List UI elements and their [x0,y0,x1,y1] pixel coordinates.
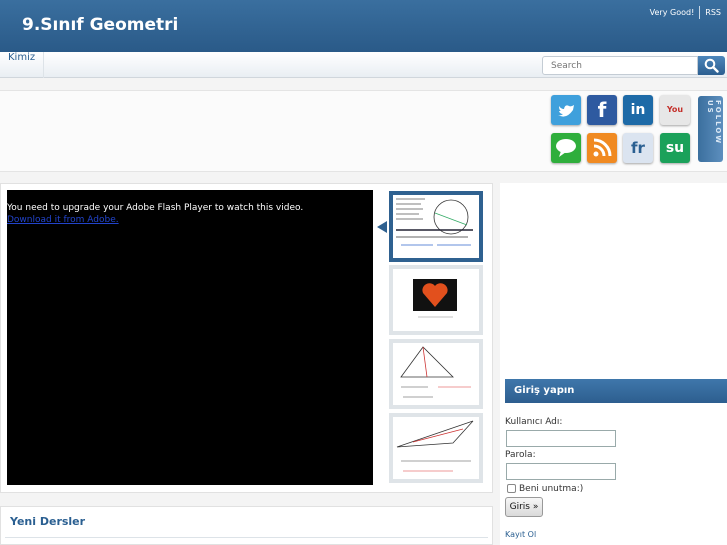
twitter-icon[interactable] [551,95,581,125]
follow-us-label: FOLLOW US [706,100,722,146]
new-lessons-divider [5,537,488,538]
heart-thumbnail [413,279,457,318]
stumbleupon-icon[interactable]: su [660,133,690,163]
geometry-circle-thumbnail [396,198,473,246]
triangle-thumbnail [400,346,471,398]
search-icon [704,58,719,73]
flash-download-link[interactable]: Download it from Adobe. [7,215,119,225]
friendfeed-icon[interactable]: fr [623,133,653,163]
active-thumb-pointer [377,221,387,233]
flash-upgrade-message: You need to upgrade your Adobe Flash Pla… [7,203,304,213]
chat-icon[interactable] [551,133,581,163]
password-field[interactable] [506,463,616,480]
video-thumb-2[interactable] [389,265,483,335]
youtube-icon[interactable]: You [660,95,690,125]
follow-us-tab[interactable]: FOLLOW US [698,96,723,162]
facebook-icon[interactable]: f [587,95,617,125]
register-link[interactable]: Kayıt Ol [505,530,536,539]
remember-me-label: Beni unutma:) [519,484,584,494]
rss-icon[interactable] [587,133,617,163]
video-thumb-4[interactable] [389,413,483,483]
social-band [0,90,727,172]
site-header: 9.Sınıf Geometri Very Good! RSS [0,0,727,52]
login-title: Giriş yapın [505,379,727,403]
video-thumb-1[interactable] [389,191,483,262]
username-field[interactable] [506,430,616,447]
linkedin-icon[interactable]: in [623,95,653,125]
search-button[interactable] [698,56,725,75]
remember-me-checkbox[interactable] [507,484,516,493]
rss-link[interactable]: RSS [705,8,721,17]
video-player[interactable] [7,190,373,485]
very-good-link[interactable]: Very Good! [650,8,695,17]
search-input[interactable] [542,56,698,75]
top-links: Very Good! RSS [650,6,721,19]
video-thumb-3[interactable] [389,339,483,409]
top-links-divider [699,6,701,19]
password-label: Parola: [505,450,536,460]
nav-item-kimiz[interactable]: Kimiz [0,52,45,78]
angle-thumbnail [396,420,474,472]
site-title[interactable]: 9.Sınıf Geometri [22,15,178,35]
new-lessons-title: Yeni Dersler [10,515,86,528]
login-button[interactable]: Giris » [505,497,543,517]
username-label: Kullanıcı Adı: [505,417,563,427]
